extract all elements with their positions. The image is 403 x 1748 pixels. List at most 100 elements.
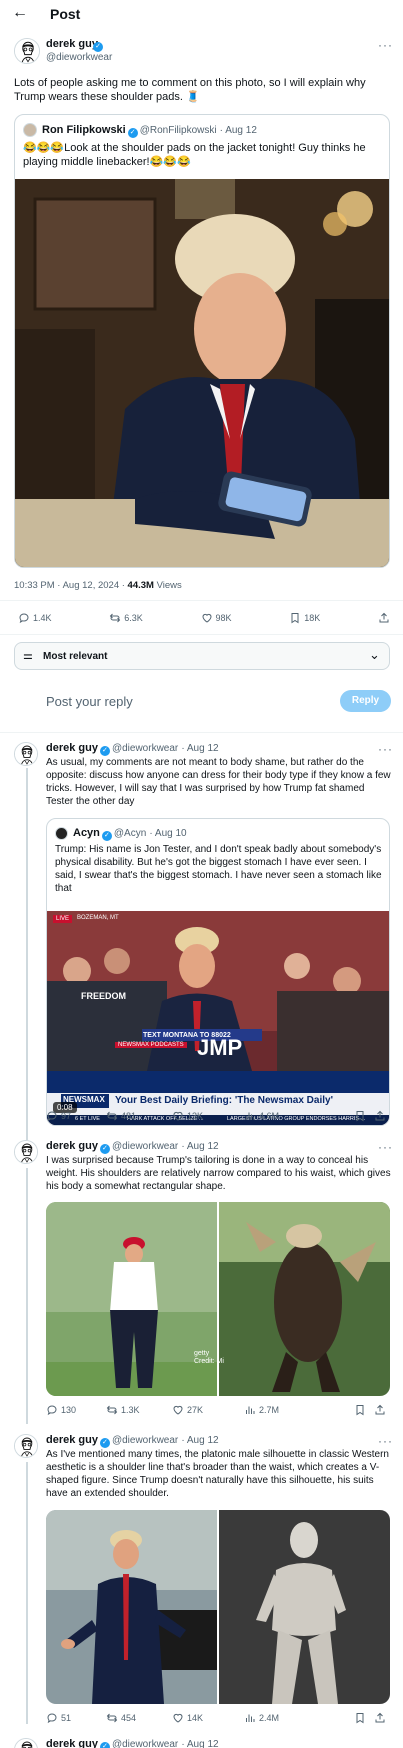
share-icon	[374, 1404, 386, 1416]
views-button[interactable]: 2.4M	[244, 1712, 354, 1724]
author-name[interactable]: derek guy	[46, 1738, 98, 1748]
repost-count: 6.3K	[124, 613, 143, 623]
avatar	[23, 123, 37, 137]
author-name[interactable]: derek guy	[46, 742, 98, 754]
bookmark-button[interactable]	[354, 1404, 374, 1416]
reply-count: 51	[61, 1713, 72, 1723]
reply-text: I was surprised because Trump's tailorin…	[46, 1155, 391, 1192]
reply-actions: 130 1.3K 27K 2.7M	[46, 1404, 392, 1416]
reply-header: derek guy ✓ @dieworkwear · Aug 12	[46, 742, 219, 756]
bookmark-icon	[289, 612, 301, 624]
chyron-letters: JMP	[197, 1035, 243, 1060]
reply-icon	[46, 1712, 58, 1724]
share-button[interactable]	[374, 1110, 388, 1122]
quoted-post[interactable]: Ron Filipkowski ✓ @RonFilipkowski · Aug 12…	[14, 114, 390, 568]
more-options-icon[interactable]: ···	[378, 38, 393, 52]
reply-icon	[46, 1404, 58, 1416]
repost-count: 1.3K	[121, 1405, 140, 1415]
view-count: 2.7M	[259, 1405, 280, 1415]
avatar[interactable]	[14, 1738, 38, 1748]
post-photo[interactable]	[15, 179, 389, 567]
post-date[interactable]: · Aug 12	[181, 743, 218, 754]
like-count: 27K	[187, 1405, 204, 1415]
chyron-headline: Your Best Daily Briefing: 'The Newsmax D…	[115, 1095, 333, 1106]
avatar[interactable]	[14, 38, 40, 64]
repost-button[interactable]: 454	[106, 1712, 172, 1724]
reply-header: derek guy ✓ @dieworkwear · Aug 12	[46, 1738, 219, 1748]
views-icon	[244, 1110, 256, 1122]
reply-button[interactable]: 1.4K	[18, 612, 52, 624]
post-text: Lots of people asking me to comment on t…	[14, 77, 366, 103]
thread-line	[26, 1168, 28, 1424]
reply-button[interactable]: 97	[46, 1110, 106, 1122]
reply-button[interactable]: 51	[46, 1712, 106, 1724]
quote-author-handle: @RonFilipkowski	[139, 125, 217, 136]
more-options-icon[interactable]: ···	[378, 1140, 393, 1154]
author-name[interactable]: derek guy	[46, 1140, 98, 1152]
back-arrow-icon[interactable]: ←	[12, 4, 28, 22]
repost-button[interactable]: 1.3K	[106, 1404, 172, 1416]
verified-badge-icon: ✓	[99, 1144, 110, 1154]
bookmark-button[interactable]	[354, 1110, 374, 1122]
views-button[interactable]: 2.7M	[244, 1404, 354, 1416]
repost-button[interactable]: 481	[106, 1110, 172, 1122]
photo-grid[interactable]: getty Credit: Mi	[46, 1202, 390, 1396]
reply-icon	[46, 1110, 58, 1122]
timestamp-text: 10:33 PM · Aug 12, 2024 ·	[14, 580, 128, 591]
quoted-post[interactable]: Acyn ✓ @Acyn · Aug 10 Trump: His name is J…	[46, 818, 390, 1126]
like-count: 14K	[187, 1713, 204, 1723]
reply-actions: 51 454 14K 2.4M	[46, 1712, 392, 1724]
post-date[interactable]: · Aug 12	[181, 1141, 218, 1152]
reply-header: derek guy ✓ @dieworkwear · Aug 12	[46, 1434, 219, 1448]
reply-button[interactable]: 130	[46, 1404, 106, 1416]
share-button[interactable]	[378, 612, 390, 624]
verified-badge-icon: ✓	[91, 38, 105, 52]
page-title: Post	[50, 6, 81, 22]
reply-text: As usual, my comments are not meant to b…	[46, 757, 391, 807]
photo-illustration	[15, 179, 389, 567]
sort-dropdown[interactable]: ⚌ Most relevant ⌄	[14, 642, 390, 670]
bookmark-button[interactable]: 18K	[289, 612, 320, 624]
heart-icon	[172, 1110, 184, 1122]
like-button[interactable]: 14K	[172, 1712, 244, 1724]
more-options-icon[interactable]: ···	[378, 742, 393, 756]
verified-badge-icon: ✓	[127, 128, 138, 138]
like-button[interactable]: 13K	[172, 1110, 244, 1122]
share-button[interactable]	[374, 1712, 388, 1724]
reply-count: 130	[61, 1405, 77, 1415]
share-icon	[374, 1110, 386, 1122]
reply-button-submit[interactable]: Reply	[340, 690, 391, 712]
quote-date: · Aug 10	[149, 828, 187, 839]
avatar[interactable]	[14, 742, 38, 766]
author-handle[interactable]: @dieworkwear	[112, 1435, 178, 1446]
avatar[interactable]	[14, 1140, 38, 1164]
reply-actions: 97 481 13K 4.6M	[46, 1110, 392, 1122]
author-handle[interactable]: @dieworkwear	[112, 1739, 178, 1748]
post-date[interactable]: · Aug 12	[181, 1739, 218, 1748]
author-handle[interactable]: @dieworkwear	[112, 1141, 178, 1152]
quote-author-handle: @Acyn	[113, 828, 147, 839]
repost-button[interactable]: 6.3K	[109, 612, 143, 624]
thread-line	[26, 1462, 28, 1724]
reply-count: 1.4K	[33, 613, 52, 623]
author-handle[interactable]: @dieworkwear	[46, 52, 112, 63]
post-date[interactable]: · Aug 12	[181, 1435, 218, 1446]
photo-grid[interactable]	[46, 1510, 390, 1704]
bookmark-button[interactable]	[354, 1712, 374, 1724]
author-name[interactable]: derek guy	[46, 1434, 98, 1446]
author-handle[interactable]: @dieworkwear	[112, 743, 178, 754]
heart-icon	[172, 1404, 184, 1416]
like-button[interactable]: 27K	[172, 1404, 244, 1416]
avatar[interactable]	[14, 1434, 38, 1458]
reply-input[interactable]: Post your reply	[46, 694, 316, 712]
reply-header: derek guy ✓ @dieworkwear · Aug 12	[46, 1140, 219, 1154]
views-button[interactable]: 4.6M	[244, 1110, 354, 1122]
like-count: 98K	[215, 613, 232, 623]
video-player[interactable]: LIVE BOZEMAN, MT FREEDOM TEXT MONTANA TO…	[47, 911, 389, 1125]
video-location: BOZEMAN, MT	[77, 915, 119, 921]
like-button[interactable]: 98K	[201, 612, 232, 624]
share-button[interactable]	[374, 1404, 388, 1416]
more-options-icon[interactable]: ···	[378, 1434, 393, 1448]
avatar	[55, 827, 68, 840]
repost-icon	[106, 1712, 118, 1724]
